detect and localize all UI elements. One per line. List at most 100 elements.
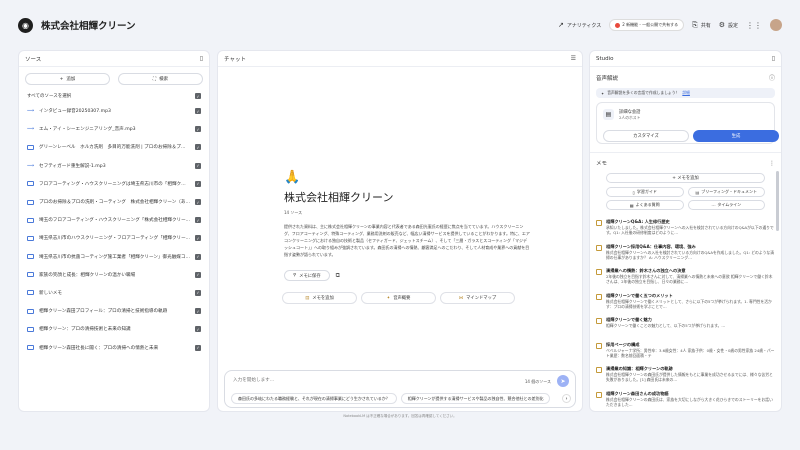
settings-button[interactable]: ⚙ 設定 (719, 21, 738, 29)
checkbox-icon[interactable]: ✓ (195, 326, 201, 333)
note-item[interactable]: 相輝クリーン森田さんの成功物語 株式会社相輝クリーンの森田氏は、家族を大切にしなが… (596, 389, 775, 412)
source-label: 相輝クリーン森田社長に聞く：プロの清掃への情熱と未来 (39, 345, 159, 351)
checkbox-icon[interactable]: ✓ (195, 108, 201, 115)
source-label: グリーンレーベル ホルカ洗剤 多目的万能洗剤 | プロのお掃除＆プロ… (39, 145, 190, 151)
checkbox-icon[interactable]: ✓ (195, 271, 201, 278)
save-to-note-button[interactable]: ⚲ メモに保存 (284, 270, 330, 281)
audio-overview-button[interactable]: ✦ 音声概要 (361, 292, 436, 304)
note-icon (596, 318, 602, 324)
source-item[interactable]: 埼玉県志川市のハウスクリーニング・フロアコーティング「相輝クリーン… ✓ (27, 229, 201, 247)
discover-source-button[interactable]: ⛶ 検索 (118, 73, 203, 85)
source-label: 相輝クリーン：プロの清掃技術と未来の知識 (39, 327, 131, 333)
source-item[interactable]: グリーンレーベル ホルカ洗剤 多目的万能洗剤 | プロのお掃除＆プロ… ✓ (27, 138, 201, 156)
notice-link[interactable]: 詳細 (682, 90, 690, 96)
checkbox-icon[interactable]: ✓ (195, 217, 201, 224)
suggestions: 森田氏の多岐にわたる職務経験と、それが現在の清掃事業にどう生かされているか？ 相… (231, 393, 551, 404)
chat-actions: ▤ メモを追加 ✦ 音声概要 ⋈ マインドマップ (282, 292, 515, 304)
chevron-right-icon[interactable]: › (562, 394, 571, 403)
note-item[interactable]: 採用ページの構成 ベベルジャーナ学所：男性卒：3.6歳女性：4人 家族子供：0歳・… (596, 340, 775, 365)
add-note-button[interactable]: ▤ メモを追加 (282, 292, 357, 304)
note-item[interactable]: 相輝クリーンQ&A: 人生修行歴史 承知いたしました。株式会社相輝クリーンへの入社… (596, 217, 775, 242)
checkbox-icon[interactable]: ✓ (195, 253, 201, 260)
source-item[interactable]: 相輝クリーン：プロの清掃技術と未来の知識 ✓ (27, 320, 201, 338)
timeline-button[interactable]: ⋯ タイムライン (687, 200, 765, 210)
customize-button[interactable]: カスタマイズ (603, 130, 689, 142)
note-body: ベベルジャーナ学所：男性卒：3.6歳女性：4人 家族子供：0歳・女性・0歳の男性… (606, 347, 775, 358)
note-content: 清掃業の知識：相輝クリーンの軌跡 株式会社相輝クリーンの森田氏が提供した情報をもと… (606, 366, 775, 389)
note-item[interactable]: 相輝クリーンで働く魅力 相輝クリーンで働くことの魅力として、以下の5つが挙げられま… (596, 315, 775, 340)
checkbox-icon[interactable]: ✓ (195, 289, 201, 296)
share-button[interactable]: ⎘ 共有 (692, 21, 711, 30)
chat-title: チャット (224, 56, 246, 63)
briefing-doc-button[interactable]: ▤ ブリーフィング・ドキュメント (687, 187, 765, 197)
source-item[interactable]: 埼玉県志川市の抗菌コーティング施工業者「相輝クリーン」御光触媒コー… ✓ (27, 248, 201, 266)
audio-wave-icon: ⟿ (26, 108, 35, 115)
collapse-panel-icon[interactable]: ▯ (200, 55, 203, 62)
note-icon (596, 293, 602, 300)
add-note-label: メモを追加 (312, 296, 334, 301)
logo-icon[interactable]: ◉ (18, 17, 33, 33)
notebook-title[interactable]: 株式会社相輝クリーン (41, 18, 136, 32)
study-guide-button[interactable]: ▯ 学習ガイド (606, 187, 684, 197)
notice-text: 音声解説を多くの言語で作成しましょう！ (607, 90, 680, 95)
checkbox-icon[interactable]: ✓ (195, 235, 201, 242)
avatar[interactable] (770, 19, 782, 31)
apps-grid-icon[interactable]: ⋮⋮ (746, 21, 762, 30)
audio-label: 音声解説 (596, 75, 619, 82)
memo-chips: ▯ 学習ガイド ▤ ブリーフィング・ドキュメント ▦ よくある質問 ⋯ タイムライン (606, 187, 765, 210)
chip-label: タイムライン (717, 202, 742, 207)
source-item[interactable]: 新しいメモ ✓ (27, 284, 201, 302)
note-list: 相輝クリーンQ&A: 人生修行歴史 承知いたしました。株式会社相輝クリーンへの入社… (590, 217, 781, 412)
feature-pill[interactable]: 2 新機能 - 一般公開で共有する (609, 19, 685, 31)
info-icon[interactable]: ⓘ (769, 73, 775, 82)
suggestion-chip[interactable]: 森田氏の多岐にわたる職務経験と、それが現在の清掃事業にどう生かされているか？ (231, 393, 397, 404)
chip-label: ブリーフィング・ドキュメント (701, 189, 757, 194)
tune-icon[interactable]: ☰ (571, 55, 576, 62)
send-button[interactable]: ➤ (557, 375, 569, 387)
source-item[interactable]: プロのお掃除＆プロの洗剤・コーティング 株式会社相輝クリーン（あい… ✓ (27, 193, 201, 211)
document-icon (27, 272, 34, 278)
collapse-panel-icon[interactable]: ▯ (772, 55, 775, 62)
source-item[interactable]: 相輝クリーン森田社長に聞く：プロの清掃への情熱と未来 ✓ (27, 338, 201, 356)
checkbox-icon[interactable]: ✓ (195, 308, 201, 315)
note-item[interactable]: 相輝クリーンで働く五つのメリット 株式会社相輝クリーンで働くメリットとして、さらに… (596, 291, 775, 316)
analytics-button[interactable]: ↗ アナリティクス (558, 21, 601, 29)
checkbox-icon[interactable]: ✓ (195, 126, 201, 133)
select-all-label: すべてのソースを選択 (27, 94, 72, 99)
source-item[interactable]: 家族の笑顔と成長：相輝クリーンの温かい職場 ✓ (27, 266, 201, 284)
add-source-button[interactable]: + 追加 (25, 73, 110, 85)
note-item[interactable]: 清掃業の知識：相輝クリーンの軌跡 株式会社相輝クリーンの森田氏が提供した情報をもと… (596, 364, 775, 389)
source-item[interactable]: ⟿ エム・アイ・シーエンジニアリング_音声.mp3 ✓ (27, 120, 201, 138)
checkbox-icon[interactable]: ✓ (195, 93, 201, 99)
document-icon (27, 217, 34, 223)
note-body: 相輝クリーンで働くことの魅力として、以下の5つが挙げられます。… (606, 323, 726, 328)
chat-input[interactable]: 入力を開始します... (233, 377, 274, 383)
chip-label: 学習ガイド (636, 189, 657, 194)
checkbox-icon[interactable]: ✓ (195, 199, 201, 206)
generate-button[interactable]: 生成 (693, 130, 779, 142)
sparkle-icon: ✦ (386, 295, 391, 301)
source-item[interactable]: ⟿ インタビュー録音20250307.mp3 ✓ (27, 102, 201, 120)
note-item[interactable]: 清掃業への情熱：鈴木さんの独立への決意 2年後の独立を目指す鈴木さんに対して、清掃… (596, 266, 775, 291)
select-all-row[interactable]: すべてのソースを選択 ✓ (19, 85, 209, 102)
scrollbar[interactable] (776, 171, 779, 231)
add-memo-button[interactable]: + メモを追加 (606, 173, 765, 183)
note-icon (596, 220, 602, 226)
note-item[interactable]: 相輝クリーン採用Q&A：仕事内容、環境、強み 株式会社相輝クリーンへの入社を検討さ… (596, 242, 775, 267)
document-icon (27, 326, 34, 332)
checkbox-icon[interactable]: ✓ (195, 162, 201, 169)
discover-icon: ⛶ (152, 77, 157, 82)
source-item[interactable]: フロアコーティング・ハウスクリーニングは埼玉県志川市の「相輝ク… ✓ (27, 175, 201, 193)
more-vert-icon[interactable]: ⋮ (769, 160, 775, 167)
checkbox-icon[interactable]: ✓ (195, 144, 201, 151)
source-item[interactable]: 相輝クリーン森田プロフィール：プロの清掃と技術指導の軌跡 ✓ (27, 302, 201, 320)
checkbox-icon[interactable]: ✓ (195, 344, 201, 351)
copy-icon[interactable]: ⧉ (336, 272, 340, 280)
share-label: 共有 (700, 22, 711, 29)
source-item[interactable]: ⟿ セフティガード重生解説-1.mp3 ✓ (27, 157, 201, 175)
checkbox-icon[interactable]: ✓ (195, 180, 201, 187)
source-item[interactable]: 埼玉のフロアコーティング・ハウスクリーニング「株式会社相輝クリーン」 ✓ (27, 211, 201, 229)
faq-button[interactable]: ▦ よくある質問 (606, 200, 684, 210)
mindmap-button[interactable]: ⋈ マインドマップ (440, 292, 515, 304)
suggestion-chip[interactable]: 相輝クリーンが提供する清掃サービスや製品の独自性、競合他社との差別化 (400, 393, 551, 404)
